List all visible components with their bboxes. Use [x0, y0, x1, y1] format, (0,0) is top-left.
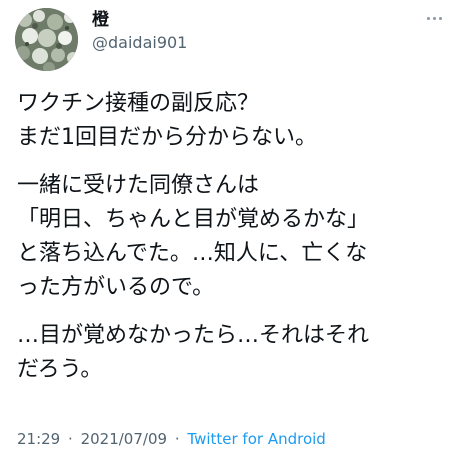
dot: [438, 16, 442, 20]
user-handle[interactable]: @daidai901: [92, 33, 187, 53]
tweet-line: …目が覚めなかったら…それはそれ: [17, 323, 370, 348]
separator-dot: ·: [174, 430, 180, 448]
flower-photo-avatar-icon: [15, 8, 78, 71]
display-name[interactable]: 橙: [92, 10, 109, 30]
tweet-date[interactable]: 2021/07/09: [81, 430, 167, 448]
tweet-paragraph: ワクチン接種の副反応？ まだ1回目だから分からない。: [17, 87, 457, 155]
tweet-line: 一緒に受けた同僚さんは: [17, 173, 260, 198]
tweet-line: 「明日、ちゃんと目が覚めるかな」: [17, 207, 370, 232]
tweet-line: だろう。: [17, 357, 103, 382]
tweet-source-link[interactable]: Twitter for Android: [187, 430, 325, 448]
tweet-line: った方がいるので。: [17, 275, 215, 300]
tweet-metadata: 21:29 · 2021/07/09 · Twitter for Android: [17, 429, 326, 449]
separator-dot: ·: [68, 430, 73, 448]
tweet-paragraph: …目が覚めなかったら…それはそれ だろう。: [17, 319, 457, 387]
tweet-text: ワクチン接種の副反応？ まだ1回目だから分からない。 一緒に受けた同僚さんは 「…: [17, 87, 457, 387]
tweet-line: まだ1回目だから分からない。: [17, 125, 317, 150]
dot: [426, 16, 430, 20]
tweet-time[interactable]: 21:29: [17, 430, 60, 448]
tweet-card: 橙 @daidai901 ワクチン接種の副反応？ まだ1回目だから分からない。 …: [0, 0, 464, 461]
avatar[interactable]: [15, 8, 78, 71]
three-dots-icon[interactable]: [420, 8, 448, 28]
tweet-line: ワクチン接種の副反応？: [17, 91, 260, 116]
dot: [432, 16, 436, 20]
tweet-paragraph: 一緒に受けた同僚さんは 「明日、ちゃんと目が覚めるかな」 と落ち込んでた。…知人…: [17, 169, 457, 305]
tweet-line: と落ち込んでた。…知人に、亡くな: [17, 241, 368, 266]
